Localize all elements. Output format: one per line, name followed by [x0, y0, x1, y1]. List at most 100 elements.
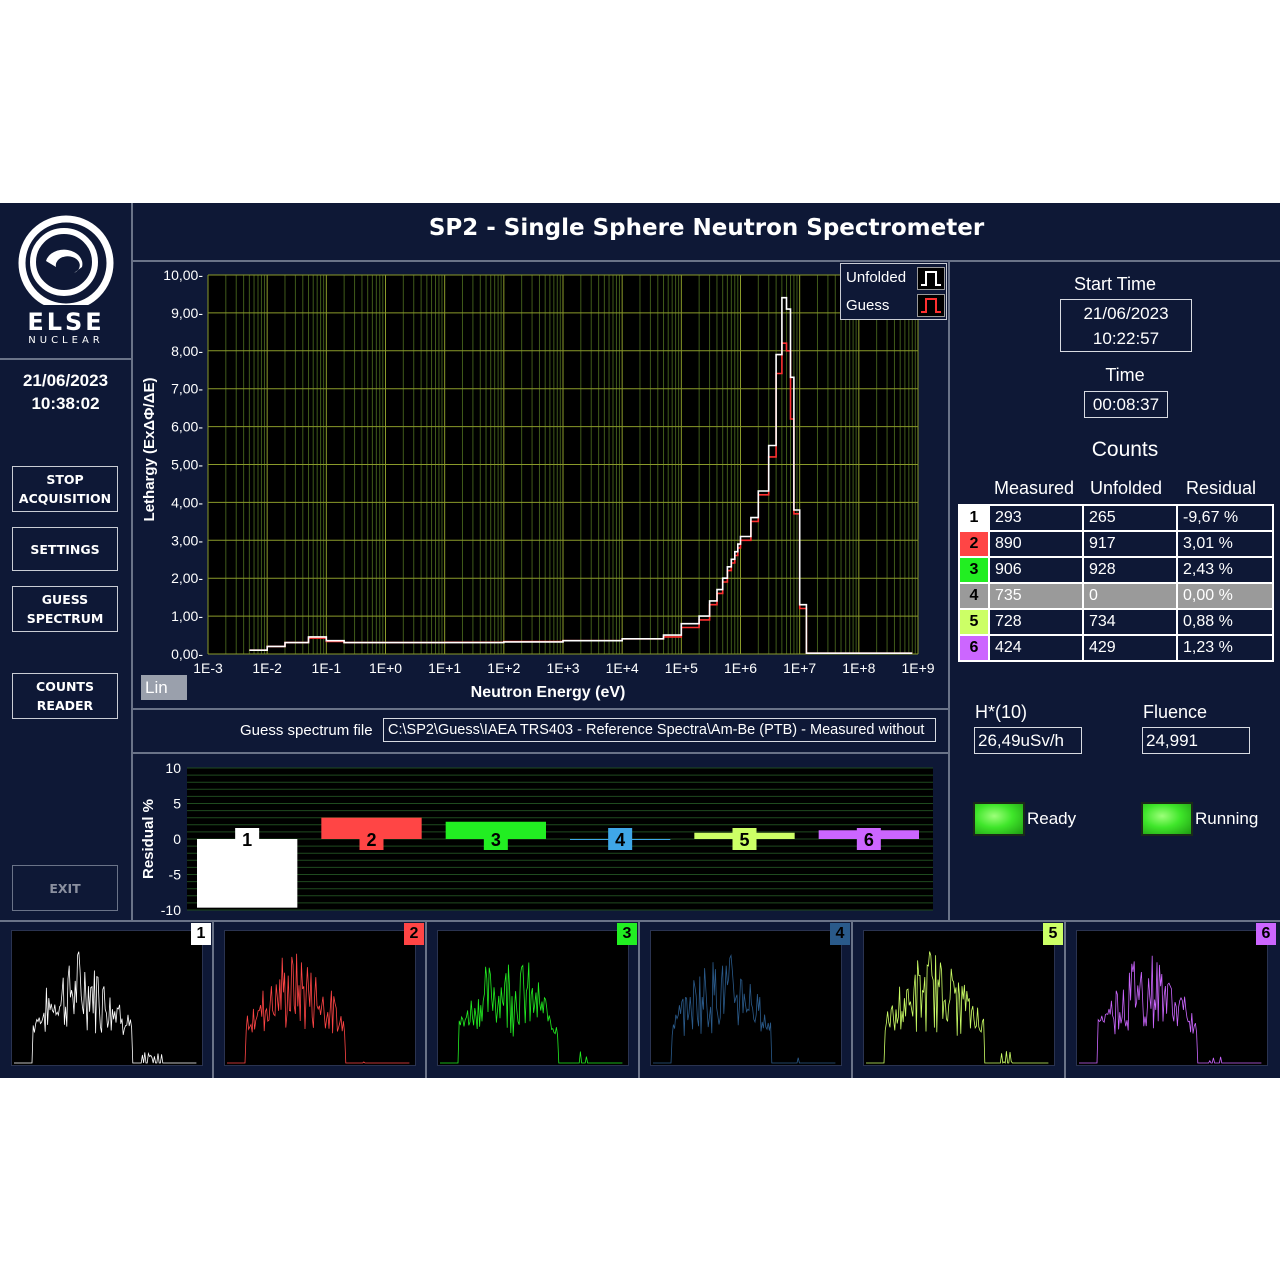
app-window: ELSE NUCLEAR 21/06/2023 10:38:02 STOP AC… — [0, 203, 1280, 1078]
detector-badge: 6 — [1256, 923, 1276, 945]
mini-plot-trace — [653, 953, 836, 1064]
counts-row: 2 890 917 3,01 % — [958, 530, 1274, 558]
y-tick-label: 1,00- — [171, 608, 203, 624]
legend-guess-label: Guess — [846, 297, 890, 314]
residual-bar-label: 4 — [615, 830, 625, 850]
else-nuclear-logo: ELSE NUCLEAR — [14, 215, 118, 346]
y-tick-label: 3,00- — [171, 532, 203, 548]
residual-y-tick-label: -10 — [161, 902, 181, 918]
counts-row: 6 424 429 1,23 % — [958, 634, 1274, 662]
mini-plot-divider — [1064, 922, 1066, 1078]
mini-plot-divider — [851, 922, 853, 1078]
guess-spectrum-button[interactable]: GUESS SPECTRUM — [12, 586, 118, 632]
mini-plot-trace — [227, 953, 410, 1064]
residual-bar-label: 5 — [739, 830, 749, 850]
system-clock: 21/06/2023 10:38:02 — [0, 369, 131, 415]
measured-cell: 424 — [988, 634, 1084, 662]
fluence-value: 24,991 — [1142, 727, 1250, 754]
running-label: Running — [1195, 809, 1259, 828]
mini-plot-trace — [14, 951, 197, 1064]
scale-lin-button[interactable]: Lin — [141, 675, 187, 700]
residual-cell: 1,23 % — [1176, 634, 1274, 662]
elapsed-time-value: 00:08:37 — [1084, 391, 1168, 418]
ready-led-icon — [973, 802, 1025, 836]
unfolded-cell: 917 — [1082, 530, 1178, 558]
measured-cell: 906 — [988, 556, 1084, 584]
residual-cell: 0,88 % — [1176, 608, 1274, 636]
counts-row: 4 735 0 0,00 % — [958, 582, 1274, 610]
residual-y-tick-label: 0 — [173, 831, 181, 847]
detector-3-mini-plot[interactable] — [437, 930, 629, 1066]
counts-title: Counts — [1091, 438, 1159, 461]
residual-y-tick-label: -5 — [169, 867, 182, 883]
row-index: 1 — [958, 504, 990, 532]
row-index: 5 — [958, 608, 990, 636]
start-time-label: Start Time — [1073, 274, 1157, 294]
col-header-measured: Measured — [994, 478, 1075, 498]
unfolded-cell: 928 — [1082, 556, 1178, 584]
row-index: 2 — [958, 530, 990, 558]
x-tick-label: 1E+9 — [901, 660, 934, 676]
residual-cell: -9,67 % — [1176, 504, 1274, 532]
legend-guess-swatch — [917, 294, 945, 317]
detector-6-mini-plot[interactable] — [1076, 930, 1268, 1066]
logo-wordmark: ELSE — [27, 308, 105, 336]
y-axis-label: Lethargy (ExΔΦ/ΔE) — [141, 378, 158, 522]
row-index: 3 — [958, 556, 990, 584]
x-tick-label: 1E-1 — [312, 660, 342, 676]
x-tick-label: 1E+1 — [428, 660, 461, 676]
unfolded-cell: 0 — [1082, 582, 1178, 610]
guess-file-field[interactable]: C:\SP2\Guess\IAEA TRS403 - Reference Spe… — [383, 718, 936, 742]
ready-label: Ready — [1027, 809, 1077, 828]
x-tick-label: 1E-2 — [252, 660, 282, 676]
measured-cell: 728 — [988, 608, 1084, 636]
col-header-unfolded: Unfolded — [1090, 478, 1163, 498]
legend-unfolded-label: Unfolded — [846, 269, 907, 286]
x-tick-label: 1E+3 — [546, 660, 579, 676]
mini-plot-divider — [212, 922, 214, 1078]
mini-plot-trace — [1079, 955, 1262, 1064]
start-time-value: 10:22:57 — [1092, 329, 1160, 348]
clock-time: 10:38:02 — [31, 394, 100, 413]
x-tick-label: 1E+6 — [724, 660, 757, 676]
residual-bar-label: 6 — [864, 830, 874, 850]
x-tick-label: 1E+7 — [783, 660, 816, 676]
x-tick-label: 1E+5 — [665, 660, 698, 676]
residual-bar-chart: 10 5 0 -5 -10 Residual % 1 2 3 4 5 6 — [140, 760, 933, 918]
detector-badge: 3 — [617, 923, 637, 945]
unfolded-cell: 429 — [1082, 634, 1178, 662]
mini-plot-trace — [440, 962, 623, 1064]
clock-date: 21/06/2023 — [22, 371, 109, 390]
unfolded-cell: 734 — [1082, 608, 1178, 636]
measured-cell: 890 — [988, 530, 1084, 558]
start-time-display: 21/06/2023 10:22:57 — [1060, 299, 1192, 352]
detector-badge: 4 — [830, 923, 850, 945]
detector-5-mini-plot[interactable] — [863, 930, 1055, 1066]
detector-1-mini-plot[interactable] — [11, 930, 203, 1066]
residual-cell: 0,00 % — [1176, 582, 1274, 610]
counts-table: 1 293 265 -9,67 % 2 890 917 3,01 % 3 906 928 2,43 %… — [958, 504, 1274, 662]
counts-reader-button[interactable]: COUNTS READER — [12, 673, 118, 719]
detector-2-mini-plot[interactable] — [224, 930, 416, 1066]
y-tick-label: 4,00- — [171, 494, 203, 510]
settings-button[interactable]: SETTINGS — [12, 527, 118, 571]
detector-4-mini-plot[interactable] — [650, 930, 842, 1066]
mini-plot-trace — [866, 951, 1049, 1064]
mini-plot-divider — [425, 922, 427, 1078]
exit-button[interactable]: EXIT — [12, 865, 118, 911]
x-tick-label: 1E+4 — [606, 660, 639, 676]
x-tick-label: 1E+8 — [842, 660, 875, 676]
fluence-label: Fluence — [1143, 702, 1208, 722]
unfolded-cell: 265 — [1082, 504, 1178, 532]
dose-label: H*(10) — [975, 702, 1028, 722]
stop-acquisition-button[interactable]: STOP ACQUISITION — [12, 466, 118, 512]
counts-row: 5 728 734 0,88 % — [958, 608, 1274, 636]
running-led-icon — [1141, 802, 1193, 836]
dose-value: 26,49uSv/h — [974, 727, 1082, 754]
detector-badge: 1 — [191, 923, 211, 945]
elapsed-time-label: Time — [1105, 365, 1145, 385]
x-axis-label: Neutron Energy (eV) — [471, 684, 626, 701]
lethargy-spectrum-chart: 10,00- 9,00- 8,00- 7,00- 6,00- 5,00- 4,00- 3,00… — [141, 267, 935, 701]
residual-y-tick-label: 10 — [165, 760, 181, 776]
bottom-divider — [0, 920, 1280, 922]
